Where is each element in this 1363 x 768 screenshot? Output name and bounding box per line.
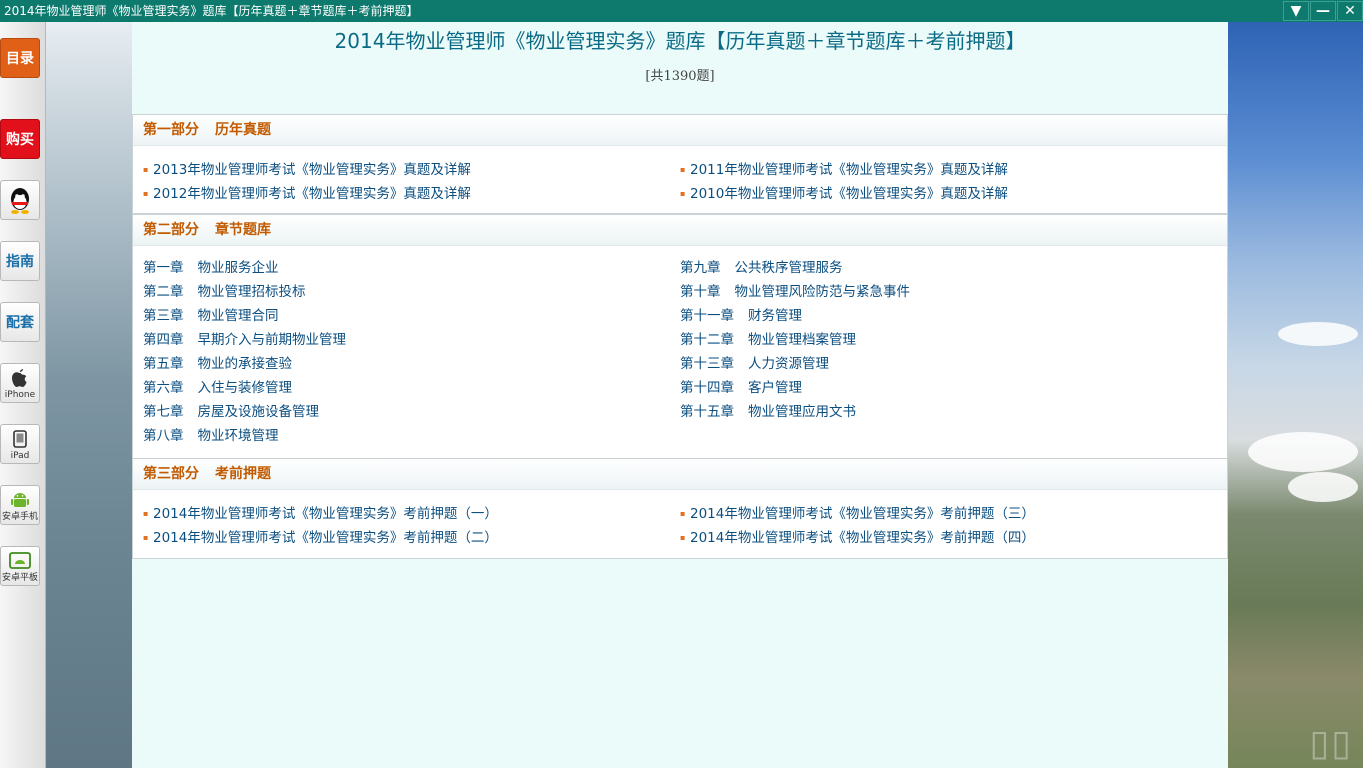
- qq-icon: [11, 188, 29, 214]
- chapter-title: 物业的承接查验: [197, 356, 293, 372]
- android-icon: [1, 486, 39, 512]
- section-name: 历年真题: [215, 122, 271, 138]
- chapter-link[interactable]: 第十二章 物业管理档案管理: [680, 330, 856, 350]
- chapter-number: 第六章: [143, 380, 184, 396]
- chapter-link[interactable]: 第十三章 人力资源管理: [680, 354, 829, 374]
- chapter-title: 物业管理招标投标: [197, 284, 306, 300]
- chapter-number: 第四章: [143, 332, 184, 348]
- section-part: 第二部分: [143, 222, 199, 238]
- ipad-button[interactable]: iPad: [0, 424, 40, 464]
- chapter-link[interactable]: 第一章 物业服务企业: [143, 258, 279, 278]
- android-tablet-icon: [1, 547, 39, 573]
- question-count: [共1390题]: [645, 69, 715, 84]
- chapter-link[interactable]: 第五章 物业的承接查验: [143, 354, 292, 374]
- bundle-button[interactable]: 配套: [0, 302, 40, 342]
- chapter-link[interactable]: 第九章 公共秩序管理服务: [680, 258, 843, 278]
- chapter-link[interactable]: 第三章 物业管理合同: [143, 306, 279, 326]
- chapter-link[interactable]: 第十四章 客户管理: [680, 378, 802, 398]
- catalog-button[interactable]: 目录: [0, 38, 40, 78]
- chapter-title: 物业管理风险防范与紧急事件: [734, 284, 911, 300]
- background-image-right: ▯▯: [1228, 22, 1363, 768]
- buy-button[interactable]: 购买: [0, 119, 40, 159]
- android-phone-button[interactable]: 安卓手机: [0, 485, 40, 525]
- section-part: 第三部分: [143, 466, 199, 482]
- sidebar: 目录 购买 指南 配套 iPhone iPad 安卓手机 安卓平板: [0, 22, 46, 768]
- mock-exam-link[interactable]: 2014年物业管理师考试《物业管理实务》考前押题（四）: [680, 528, 1035, 548]
- past-exam-link[interactable]: 2011年物业管理师考试《物业管理实务》真题及详解: [680, 160, 1008, 180]
- window-controls: ▼ — ✕: [1282, 0, 1363, 22]
- chapter-link[interactable]: 第十章 物业管理风险防范与紧急事件: [680, 282, 910, 302]
- chapter-title: 物业管理应用文书: [748, 404, 856, 420]
- chapter-number: 第十二章: [680, 332, 734, 348]
- android-tablet-button[interactable]: 安卓平板: [0, 546, 40, 586]
- chapter-link[interactable]: 第二章 物业管理招标投标: [143, 282, 306, 302]
- chapter-title: 物业管理合同: [197, 308, 279, 324]
- chapter-number: 第二章: [143, 284, 184, 300]
- chapter-title: 早期介入与前期物业管理: [197, 332, 347, 348]
- chapter-link[interactable]: 第四章 早期介入与前期物业管理: [143, 330, 346, 350]
- mock-exam-link[interactable]: 2014年物业管理师考试《物业管理实务》考前押题（二）: [143, 528, 498, 548]
- chapter-title: 房屋及设施设备管理: [197, 404, 320, 420]
- chapter-link[interactable]: 第八章 物业环境管理: [143, 426, 279, 446]
- chapter-title: 物业环境管理: [197, 428, 279, 444]
- chapter-number: 第十章: [680, 284, 721, 300]
- chapter-link[interactable]: 第七章 房屋及设施设备管理: [143, 402, 319, 422]
- ipad-label: iPad: [10, 451, 30, 461]
- minimize-button[interactable]: —: [1310, 1, 1336, 21]
- main-content: 2014年物业管理师《物业管理实务》题库【历年真题＋章节题库＋考前押题】 [共1…: [132, 22, 1228, 768]
- past-exam-link[interactable]: 2013年物业管理师考试《物业管理实务》真题及详解: [143, 160, 471, 180]
- chapter-number: 第九章: [680, 260, 721, 276]
- tablet-icon: [1, 425, 39, 451]
- chapter-number: 第十四章: [680, 380, 734, 396]
- android-tablet-label: 安卓平板: [1, 573, 38, 583]
- section-header: 第三部分 考前押题: [133, 459, 1227, 490]
- chapter-number: 第十三章: [680, 356, 734, 372]
- chapter-number: 第八章: [143, 428, 184, 444]
- chapter-number: 第十五章: [680, 404, 734, 420]
- chapter-title: 公共秩序管理服务: [734, 260, 843, 276]
- past-exam-link[interactable]: 2012年物业管理师考试《物业管理实务》真题及详解: [143, 184, 471, 204]
- chapter-title: 物业管理档案管理: [748, 332, 856, 348]
- section-past-exams: 第一部分历年真题 2013年物业管理师考试《物业管理实务》真题及详解 2012年…: [132, 114, 1228, 214]
- chapter-title: 入住与装修管理: [197, 380, 293, 396]
- close-button[interactable]: ✕: [1337, 1, 1363, 21]
- qq-button[interactable]: [0, 180, 40, 220]
- window-title: 2014年物业管理师《物业管理实务》题库【历年真题＋章节题库＋考前押题】: [4, 4, 419, 18]
- cloud-shape: [1278, 322, 1358, 346]
- guide-button[interactable]: 指南: [0, 241, 40, 281]
- iphone-button[interactable]: iPhone: [0, 363, 40, 403]
- chapter-number: 第三章: [143, 308, 184, 324]
- iphone-label: iPhone: [4, 390, 36, 400]
- chapter-number: 第十一章: [680, 308, 734, 324]
- chapter-title: 客户管理: [748, 380, 802, 396]
- cloud-shape: [1248, 432, 1358, 472]
- mock-exam-link[interactable]: 2014年物业管理师考试《物业管理实务》考前押题（一）: [143, 504, 498, 524]
- apple-icon: [1, 364, 39, 390]
- section-header: 第一部分 历年真题: [133, 115, 1227, 146]
- section-chapter-bank: 第二部分 章节题库 第一章 物业服务企业 第二章 物业管理招标投标 第三章 物业管理合同 第四…: [132, 214, 1228, 459]
- chapter-number: 第一章: [143, 260, 184, 276]
- window-title-bar: 2014年物业管理师《物业管理实务》题库【历年真题＋章节题库＋考前押题】 ▼ —…: [0, 0, 1363, 22]
- chapter-link[interactable]: 第六章 入住与装修管理: [143, 378, 292, 398]
- section-name: 章节题库: [215, 222, 271, 238]
- chapter-link[interactable]: 第十一章 财务管理: [680, 306, 802, 326]
- cloud-shape: [1288, 472, 1358, 502]
- android-phone-label: 安卓手机: [1, 512, 38, 522]
- chapter-number: 第七章: [143, 404, 184, 420]
- chapter-title: 人力资源管理: [748, 356, 829, 372]
- page-title: 2014年物业管理师《物业管理实务》题库【历年真题＋章节题库＋考前押题】: [334, 29, 1026, 53]
- background-image-left: [46, 22, 132, 768]
- section-mock-exams: 第三部分考前押题 2014年物业管理师考试《物业管理实务》考前押题（一） 201…: [132, 458, 1228, 559]
- watermark-logo: ▯▯: [1309, 723, 1353, 764]
- dropdown-button[interactable]: ▼: [1283, 1, 1309, 21]
- chapter-number: 第五章: [143, 356, 184, 372]
- mock-exam-link[interactable]: 2014年物业管理师考试《物业管理实务》考前押题（三）: [680, 504, 1035, 524]
- chapter-title: 物业服务企业: [197, 260, 279, 276]
- section-name: 考前押题: [215, 466, 271, 482]
- chapter-link[interactable]: 第十五章 物业管理应用文书: [680, 402, 856, 422]
- section-header: 第二部分 章节题库: [133, 215, 1227, 246]
- section-part: 第一部分: [143, 122, 199, 138]
- past-exam-link[interactable]: 2010年物业管理师考试《物业管理实务》真题及详解: [680, 184, 1008, 204]
- chapter-title: 财务管理: [748, 308, 802, 324]
